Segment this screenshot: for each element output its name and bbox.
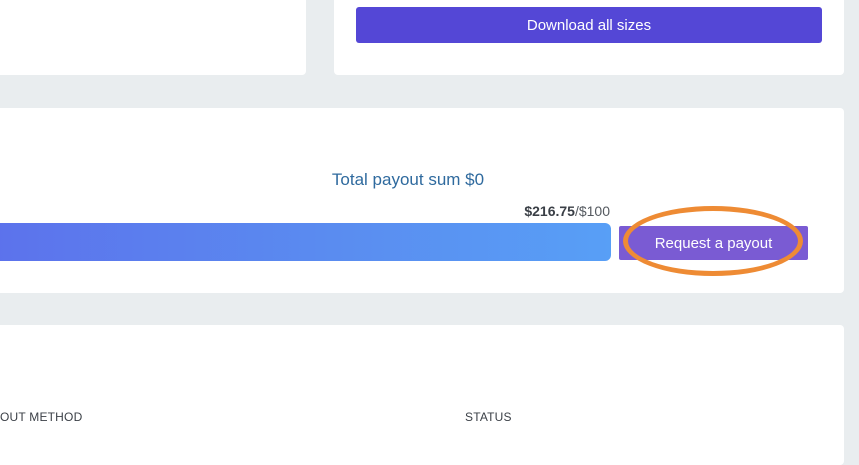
total-payout-label: Total payout sum $0 [331,170,485,189]
column-header-payout-method: OUT METHOD [0,410,83,424]
payout-progress-bar [0,223,611,261]
payout-history-card [0,325,844,465]
current-amount: $216.75 [524,203,575,219]
top-left-card [0,0,306,75]
download-all-sizes-button[interactable]: Download all sizes [356,7,822,43]
payout-card [0,108,844,293]
payout-progress-amount: $216.75/$100 [524,203,610,219]
request-payout-button[interactable]: Request a payout [619,226,808,260]
payout-progress-fill [0,223,611,261]
column-header-status: STATUS [465,410,512,424]
target-amount: /$100 [574,203,610,219]
